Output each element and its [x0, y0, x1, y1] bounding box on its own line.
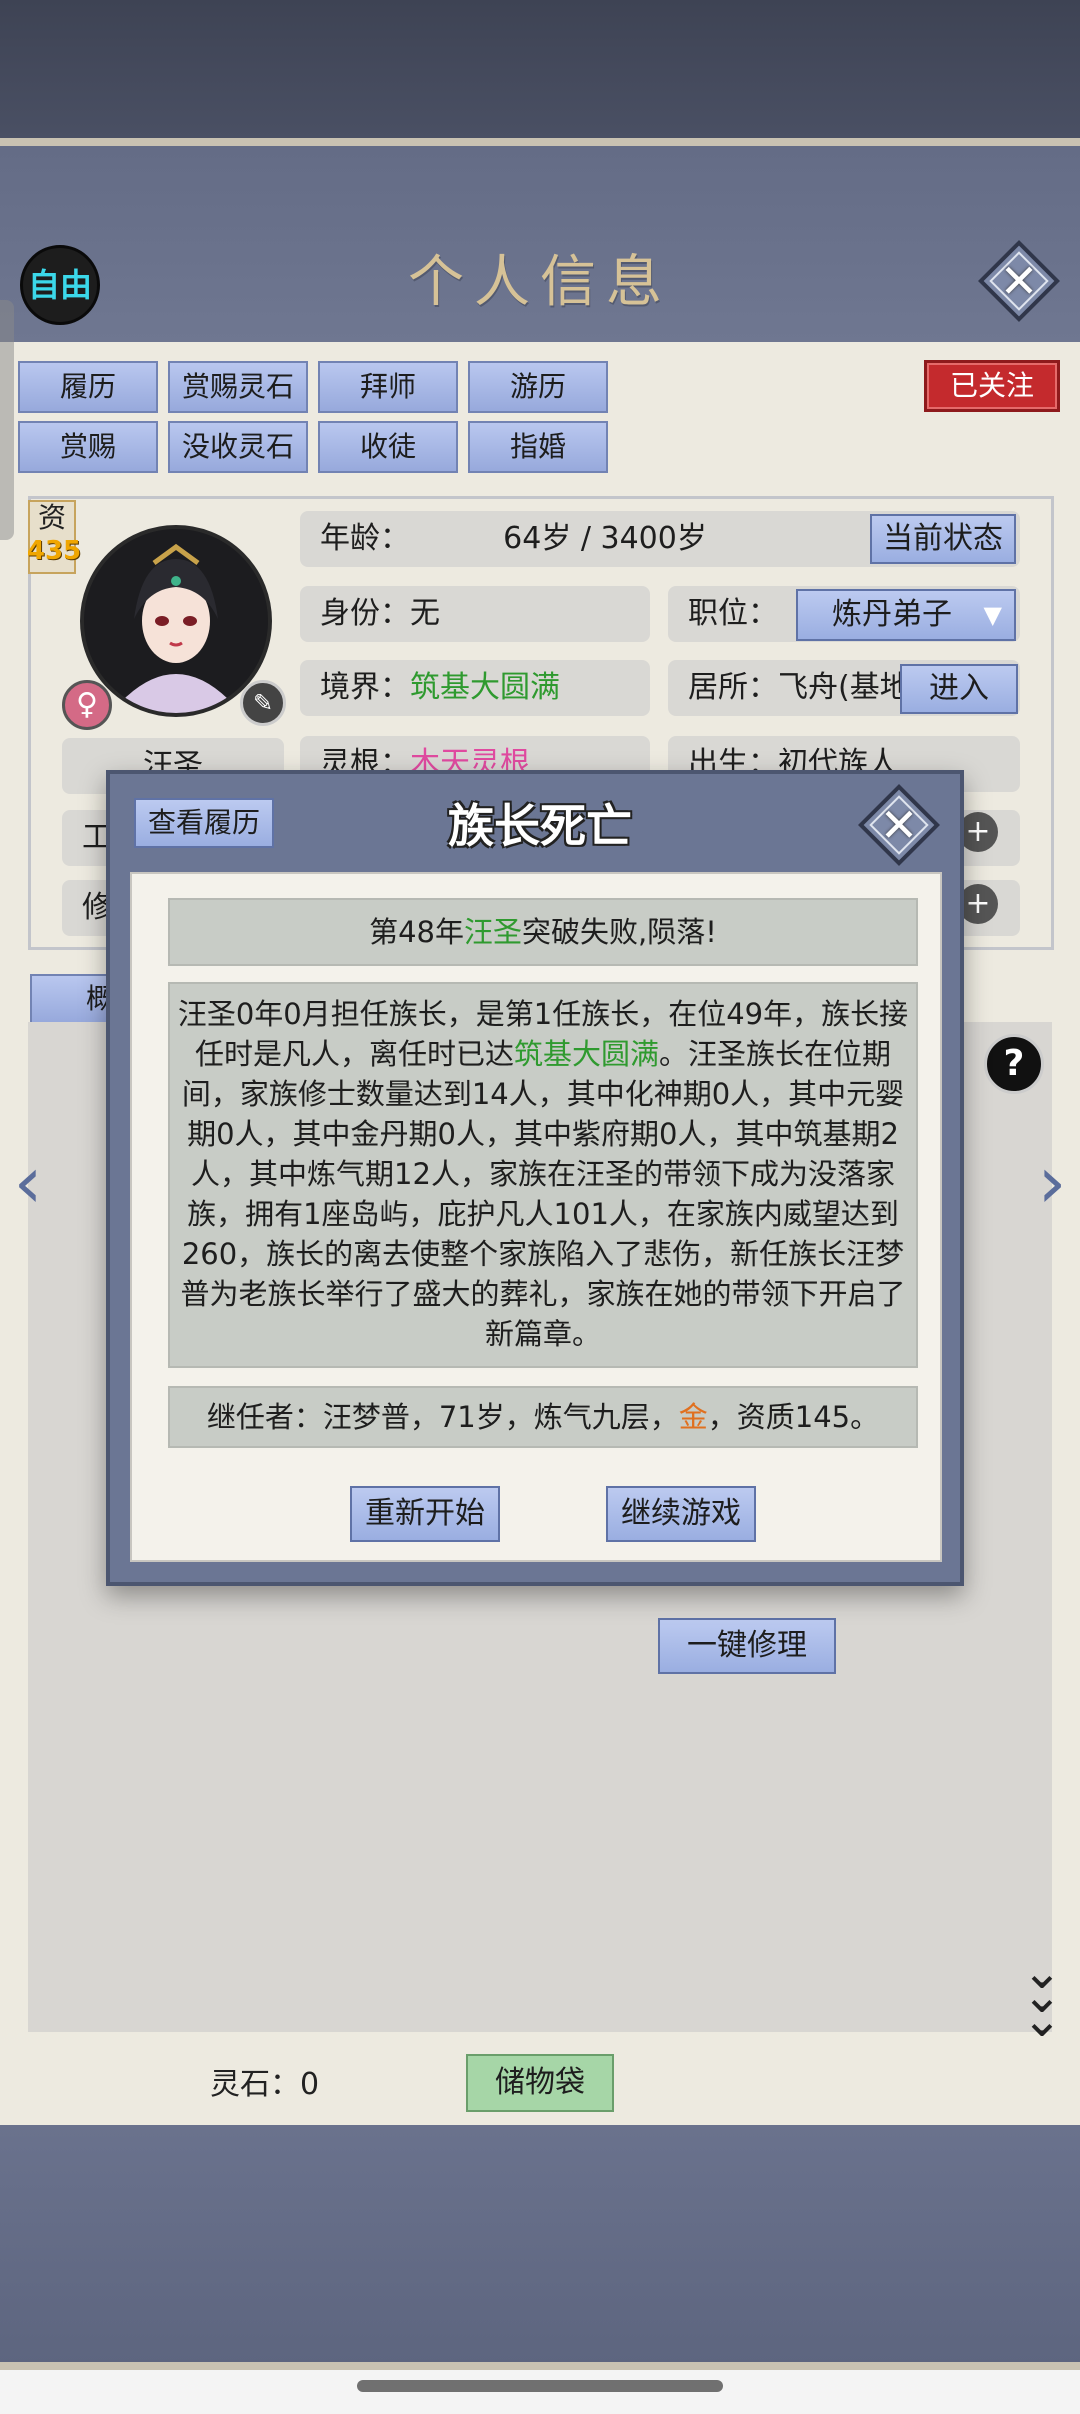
event-summary: 第48年汪圣突破失败,陨落!: [168, 898, 918, 966]
event-text: 突破失败,陨落!: [522, 915, 717, 949]
realm-label: 境界：: [320, 670, 410, 705]
story-text: 汪圣0年0月担任族长，是第1任族长，在位49年，族长接任时是凡人，离任时已达筑基…: [168, 982, 918, 1368]
system-nav-bar: [0, 2370, 1080, 2414]
position-value: 炼丹弟子: [832, 597, 952, 632]
edit-pen-icon[interactable]: ✎: [240, 680, 286, 726]
identity-row: 身份：无: [300, 586, 650, 642]
age-value: 64岁 / 3400岁: [503, 521, 707, 556]
story-part2: 。汪圣族长在位期间，家族修士数量达到14人，其中化神期0人，其中元婴期0人，其中…: [180, 1037, 906, 1351]
plus-icon[interactable]: +: [958, 884, 998, 924]
help-icon[interactable]: ?: [984, 1034, 1044, 1094]
identity-value: 无: [410, 596, 440, 631]
event-year: 第48年: [369, 915, 465, 949]
successor-aptitude: ，资质145。: [707, 1400, 880, 1434]
tab-apprentice[interactable]: 拜师: [318, 361, 458, 413]
female-icon: ♀: [62, 680, 112, 730]
current-state-button[interactable]: 当前状态: [870, 514, 1016, 564]
dialog-title: 族长死亡: [448, 799, 632, 853]
tab-reward[interactable]: 赏赐: [18, 421, 158, 473]
plus-icon[interactable]: +: [958, 812, 998, 852]
tab-travel[interactable]: 游历: [468, 361, 608, 413]
residence-value: 飞舟(基地: [778, 670, 910, 705]
story-realm: 筑基大圆满: [513, 1037, 659, 1071]
chevron-down-icon: ▼: [983, 601, 1002, 629]
tab-take-disciple[interactable]: 收徒: [318, 421, 458, 473]
aptitude-value: 435: [26, 536, 82, 566]
dialog-close-button[interactable]: ✕: [857, 783, 941, 867]
page-title: 个人信息: [408, 250, 672, 315]
identity-label: 身份：: [320, 596, 410, 631]
tab-confiscate-stones[interactable]: 没收灵石: [168, 421, 308, 473]
storage-bag-button[interactable]: 储物袋: [466, 2054, 614, 2112]
followed-button[interactable]: 已关注: [924, 360, 1060, 412]
avatar[interactable]: [80, 525, 272, 717]
tab-reward-stones[interactable]: 赏赐灵石: [168, 361, 308, 413]
restart-button[interactable]: 重新开始: [350, 1486, 500, 1542]
event-person: 汪圣: [464, 915, 523, 949]
aptitude-label: 资: [37, 501, 66, 534]
realm-value: 筑基大圆满: [410, 670, 560, 705]
view-history-button[interactable]: 查看履历: [134, 798, 274, 848]
x-glyph: ✕: [879, 798, 919, 852]
footer-panel: [0, 2125, 1080, 2365]
enter-button[interactable]: 进入: [900, 664, 1018, 714]
tab-history[interactable]: 履历: [18, 361, 158, 413]
residence-label: 居所：: [688, 670, 778, 705]
top-bar: [0, 0, 1080, 140]
divider: [0, 138, 1080, 146]
chevron-left-icon[interactable]: ‹: [8, 1142, 48, 1222]
divider: [0, 2362, 1080, 2370]
successor-info: 继任者：汪梦普，71岁，炼气九层，金，资质145。: [168, 1386, 918, 1448]
spirit-stone-count: 灵石：0: [210, 2067, 320, 2102]
successor-element: 金: [678, 1400, 708, 1434]
close-button[interactable]: ✕: [977, 239, 1061, 323]
expand-down-icon[interactable]: ⌄ ⌄ ⌄: [1010, 1948, 1074, 2044]
mode-badge[interactable]: 自由: [20, 245, 100, 325]
age-label: 年龄：: [320, 521, 410, 556]
home-indicator[interactable]: [357, 2380, 723, 2392]
chevron-right-icon[interactable]: ›: [1032, 1142, 1072, 1222]
tab-arrange-marriage[interactable]: 指婚: [468, 421, 608, 473]
portrait-icon: [84, 529, 268, 713]
position-dropdown[interactable]: 炼丹弟子 ▼: [796, 589, 1016, 641]
continue-game-button[interactable]: 继续游戏: [606, 1486, 756, 1542]
position-label: 职位：: [688, 596, 778, 631]
successor-text: 继任者：汪梦普，71岁，炼气九层，: [206, 1400, 679, 1434]
repair-all-button[interactable]: 一键修理: [658, 1618, 836, 1674]
realm-row: 境界：筑基大圆满: [300, 660, 650, 716]
x-glyph: ✕: [999, 254, 1039, 308]
left-edge-handle[interactable]: [0, 300, 14, 540]
